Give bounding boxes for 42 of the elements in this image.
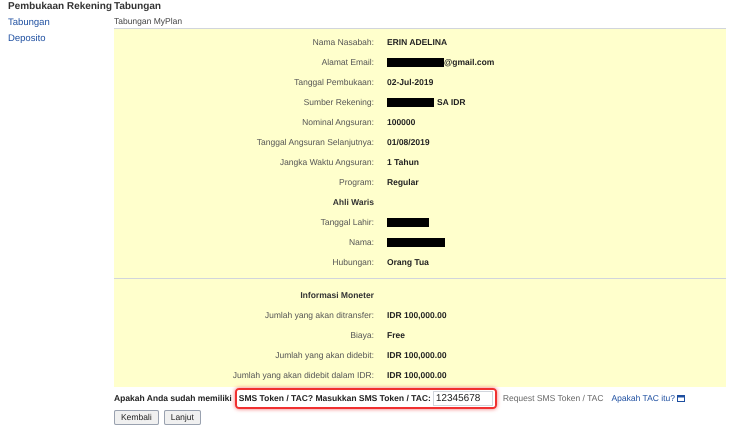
field-value: IDR 100,000.00 [387,368,447,382]
field-value: SA IDR [437,96,466,108]
request-tac-link[interactable]: Request SMS Token / TAC [502,392,604,405]
field-value: ERIN ADELINA [387,36,448,48]
field-label: Tanggal Angsuran Selanjutnya: [256,136,374,148]
field-value: 02-Jul-2019 [387,76,434,88]
field-value: @gmail.com [444,56,494,68]
field-label: Nama Nasabah: [312,36,374,48]
field-value: Free [387,328,405,342]
field-label: Jumlah yang akan didebit dalam IDR: [232,368,374,382]
field-label: Jumlah yang akan didebit: [274,348,374,362]
popup-window-icon [676,395,685,402]
field-value: Regular [387,176,419,188]
field-label: Alamat Email: [320,56,374,68]
nav-button[interactable]: Kembali [114,410,159,425]
field-value: 1 Tahun [387,156,419,168]
field-label: Program: [338,176,374,188]
field-label: Jangka Waktu Angsuran: [278,156,374,168]
field-label: Tanggal Pembukaan: [293,76,374,88]
field-label: Sumber Rekening: [302,96,374,108]
sidebar-link[interactable]: Tabungan [8,16,50,30]
field-value: IDR 100,000.00 [387,348,447,362]
field-label: Hubungan: [331,256,374,268]
tac-question: Apakah Anda sudah memiliki [114,392,232,405]
field-value: IDR 100,000.00 [387,308,447,322]
tac-prompt: SMS Token / TAC? Masukkan SMS Token / TAC: [238,392,431,405]
page-heading: Tabungan [114,0,162,14]
section-heading: Ahli Waris [332,196,374,208]
field-value: 100000 [387,116,416,128]
field-label: Jumlah yang akan ditransfer: [264,308,374,322]
tac-input-field[interactable]: 12345678 [432,391,493,406]
section-heading: Informasi Moneter [299,288,374,302]
nav-button[interactable]: Lanjut [164,410,201,425]
field-value: 01/08/2019 [387,136,430,148]
field-label: Nominal Angsuran: [301,116,374,128]
field-label: Biaya: [349,328,374,342]
sidebar-heading: Pembukaan Rekening [8,0,113,14]
tac-help-link[interactable]: Apakah TAC itu? [611,392,675,405]
field-label: Nama: [348,236,374,248]
sidebar-link[interactable]: Deposito [8,32,46,46]
field-value: Orang Tua [387,256,429,268]
field-label: Tanggal Lahir: [320,216,374,228]
